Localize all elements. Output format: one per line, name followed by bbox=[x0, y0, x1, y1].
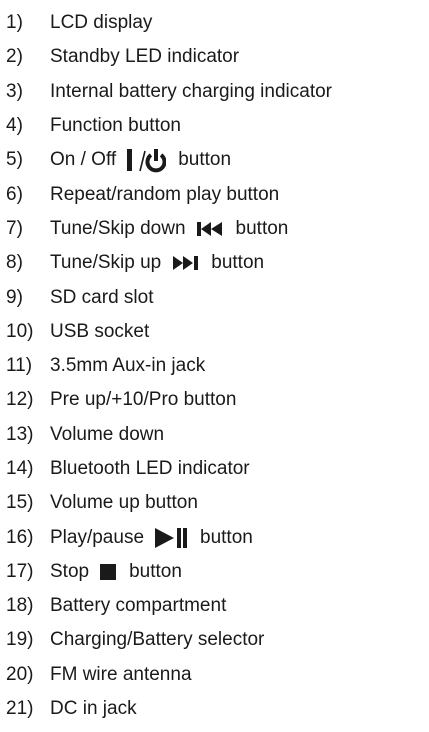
skip-back-icon bbox=[196, 221, 224, 237]
item-label: FM wire antenna bbox=[50, 663, 192, 685]
list-item: 12) Pre up/+10/Pro button bbox=[6, 383, 426, 417]
list-item: 3) Internal battery charging indicator bbox=[6, 75, 426, 109]
item-label: USB socket bbox=[50, 320, 150, 342]
item-suffix: button bbox=[129, 560, 182, 582]
item-label: On / Off bbox=[50, 149, 117, 171]
list-item: 16) Play/pause button bbox=[6, 520, 426, 554]
item-number: 15) bbox=[6, 492, 34, 514]
item-label: Repeat/random play button bbox=[50, 183, 280, 205]
item-number: 17) bbox=[6, 560, 34, 582]
item-number: 14) bbox=[6, 458, 34, 479]
item-number: 1) bbox=[6, 12, 23, 34]
item-label: Volume down bbox=[50, 423, 165, 445]
list-item: 21) DC in jack bbox=[6, 692, 426, 726]
item-suffix: button bbox=[211, 252, 265, 274]
list-item: 1) LCD display bbox=[6, 6, 426, 40]
item-label: Bluetooth LED indicator bbox=[50, 458, 250, 479]
item-label: Tune/Skip down bbox=[50, 217, 186, 239]
item-number: 8) bbox=[6, 252, 23, 274]
item-label: SD card slot bbox=[50, 286, 154, 308]
item-number: 9) bbox=[6, 286, 23, 308]
item-number: 16) bbox=[6, 526, 34, 548]
list-item: 18) Battery compartment bbox=[6, 589, 426, 623]
list-item: 7) Tune/Skip down button bbox=[6, 212, 426, 246]
item-suffix: button bbox=[235, 217, 289, 239]
item-label: Pre up/+10/Pro button bbox=[50, 389, 237, 411]
list-item: 17) Stop button bbox=[6, 555, 426, 589]
item-label: Charging/Battery selector bbox=[50, 629, 265, 651]
item-label: Play/pause bbox=[50, 526, 145, 548]
item-label: Battery compartment bbox=[50, 595, 227, 617]
item-number: 13) bbox=[6, 423, 34, 445]
item-number: 7) bbox=[6, 217, 23, 239]
list-item: 13) Volume down bbox=[6, 418, 426, 452]
list-item: 6) Repeat/random play button bbox=[6, 177, 426, 211]
skip-forward-icon bbox=[171, 255, 199, 271]
item-suffix: button bbox=[178, 149, 232, 171]
list-item: 2) Standby LED indicator bbox=[6, 40, 426, 74]
item-label: DC in jack bbox=[50, 698, 137, 720]
list-item: 20) FM wire antenna bbox=[6, 658, 426, 692]
parts-list: 1) LCD display 2) Standby LED indicator … bbox=[6, 6, 426, 726]
list-item: 10) USB socket bbox=[6, 315, 426, 349]
item-suffix: button bbox=[200, 526, 253, 548]
item-number: 10) bbox=[6, 320, 34, 342]
item-label: Internal battery charging indicator bbox=[50, 80, 332, 102]
list-item: 5) On / Off button bbox=[6, 143, 426, 177]
list-item: 11) 3.5mm Aux-in jack bbox=[6, 349, 426, 383]
list-item: 4) Function button bbox=[6, 109, 426, 143]
stop-icon bbox=[99, 563, 117, 581]
list-item: 15) Volume up button bbox=[6, 486, 426, 520]
list-item: 14) Bluetooth LED indicator bbox=[6, 452, 426, 486]
item-number: 11) bbox=[6, 355, 33, 377]
item-label: Stop bbox=[50, 560, 90, 582]
item-number: 2) bbox=[6, 46, 23, 68]
item-number: 6) bbox=[6, 183, 23, 205]
list-item: 9) SD card slot bbox=[6, 280, 426, 314]
item-number: 19) bbox=[6, 629, 34, 651]
item-number: 20) bbox=[6, 663, 34, 685]
list-item: 8) Tune/Skip up button bbox=[6, 246, 426, 280]
item-label: 3.5mm Aux-in jack bbox=[50, 355, 206, 377]
item-number: 3) bbox=[6, 80, 23, 102]
item-number: 18) bbox=[6, 595, 34, 617]
item-label: Function button bbox=[50, 115, 181, 137]
item-label: LCD display bbox=[50, 12, 153, 34]
item-label: Volume up button bbox=[50, 492, 198, 514]
item-label: Standby LED indicator bbox=[50, 46, 240, 68]
item-number: 5) bbox=[6, 149, 23, 171]
item-number: 21) bbox=[6, 698, 34, 720]
item-number: 4) bbox=[6, 115, 23, 137]
play-pause-icon bbox=[154, 527, 188, 549]
list-item: 19) Charging/Battery selector bbox=[6, 623, 426, 657]
item-label: Tune/Skip up bbox=[50, 252, 162, 274]
item-number: 12) bbox=[6, 389, 34, 411]
power-icon bbox=[126, 147, 167, 173]
